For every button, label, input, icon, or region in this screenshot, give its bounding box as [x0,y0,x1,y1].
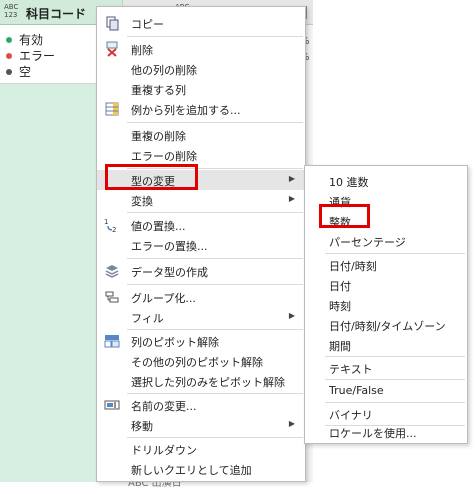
menu-item-delete[interactable]: 削除 [97,39,305,59]
quality-label: エラー [19,49,56,63]
copy-icon [106,16,119,31]
menu-item-group-by[interactable]: グループ化... [97,287,305,307]
rename-icon [104,400,120,410]
data-type-icon [105,265,119,278]
type-true-false[interactable]: True/False [305,381,467,401]
type-date[interactable]: 日付 [305,275,467,295]
type-datetime[interactable]: 日付/時刻 [305,255,467,275]
type-datetimezone[interactable]: 日付/時刻/タイムゾーン [305,315,467,335]
delete-column-icon [106,41,118,57]
menu-separator [127,329,303,330]
menu-separator [127,258,303,259]
menu-item-duplicate-column[interactable]: 重複する列 [97,79,305,99]
submenu-arrow-icon: ▶ [288,419,295,428]
menu-item-rename[interactable]: 名前の変更... [97,395,305,415]
menu-item-copy[interactable]: コピー [97,13,305,33]
annotation-highlight-change-type [105,164,198,190]
menu-item-add-as-new-query[interactable]: 新しいクエリとして追加 [97,459,305,479]
empty-dot-icon [6,68,12,75]
quality-label: 有効 [19,33,44,47]
error-dot-icon [6,52,12,59]
menu-separator [325,253,465,254]
type-decimal[interactable]: 10 進数 [305,171,467,191]
menu-item-remove-other-columns[interactable]: 他の列の削除 [97,59,305,79]
menu-separator [127,122,303,123]
menu-item-remove-duplicates[interactable]: 重複の削除 [97,125,305,145]
menu-separator [325,356,465,357]
submenu-arrow-icon: ▶ [288,194,295,203]
column-name: 科目コード [26,7,87,21]
column-context-menu: コピー 削除 他の列の削除 重複する列 例から列を追加する... 重複の削除 エ… [96,6,306,482]
menu-item-drill-down[interactable]: ドリルダウン [97,439,305,459]
menu-item-unpivot-selected-only[interactable]: 選択した列のみをピボット解除 [97,371,305,391]
svg-text:1: 1 [104,218,108,226]
menu-separator [127,393,303,394]
quality-error: エラー [6,47,55,64]
group-by-icon [105,291,119,303]
menu-item-unpivot-other-columns[interactable]: その他の列のピボット解除 [97,351,305,371]
menu-item-replace-errors[interactable]: エラーの置換... [97,235,305,255]
menu-item-unpivot-columns[interactable]: 列のピボット解除 [97,331,305,351]
type-binary[interactable]: バイナリ [305,404,467,424]
menu-item-replace-values[interactable]: 12 値の置換... [97,215,305,235]
menu-separator [127,212,303,213]
annotation-highlight-whole-number [319,204,370,228]
submenu-arrow-icon: ▶ [288,174,295,183]
unpivot-icon [104,335,120,348]
replace-values-icon: 12 [104,218,116,233]
column-from-examples-icon [105,102,119,116]
type-duration[interactable]: 期間 [305,335,467,355]
valid-dot-icon [6,36,12,43]
menu-separator [325,379,465,380]
menu-item-transform[interactable]: 変換 ▶ [97,190,305,210]
type-percentage[interactable]: パーセンテージ [305,231,467,251]
submenu-arrow-icon: ▶ [288,311,295,320]
menu-item-create-data-type[interactable]: データ型の作成 [97,261,305,281]
type-using-locale[interactable]: ロケールを使用... [305,422,467,442]
quality-label: 空 [19,65,32,79]
quality-empty: 空 [6,63,31,80]
menu-item-column-from-examples[interactable]: 例から列を追加する... [97,99,305,119]
menu-item-fill[interactable]: フィル ▶ [97,307,305,327]
menu-item-remove-errors[interactable]: エラーの削除 [97,145,305,165]
menu-separator [325,402,465,403]
menu-separator [127,284,303,285]
menu-separator [127,437,303,438]
menu-separator [127,36,303,37]
svg-text:2: 2 [112,226,116,233]
type-time[interactable]: 時刻 [305,295,467,315]
menu-item-move[interactable]: 移動 ▶ [97,415,305,435]
type-text[interactable]: テキスト [305,358,467,378]
quality-valid: 有効 [6,31,43,48]
column-type-icon[interactable]: ABC123 [4,3,18,19]
